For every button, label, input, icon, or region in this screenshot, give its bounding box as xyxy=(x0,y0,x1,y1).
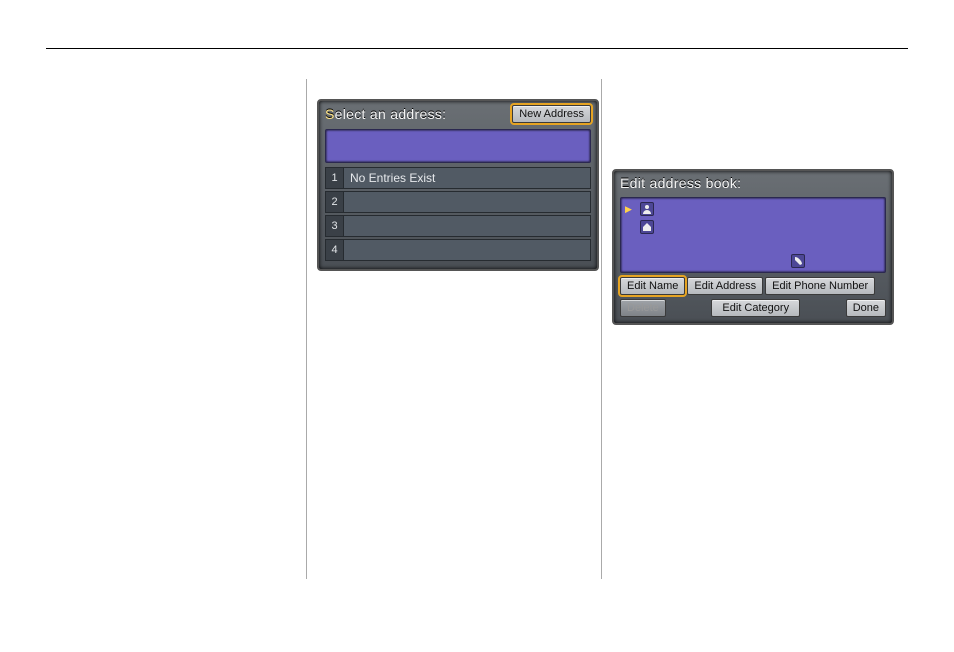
list-item[interactable]: 4 xyxy=(325,239,591,261)
home-icon xyxy=(640,220,654,234)
top-rule xyxy=(46,48,908,49)
address-selection-field[interactable] xyxy=(325,129,591,163)
row-text xyxy=(343,215,591,237)
row-number: 4 xyxy=(325,239,343,261)
row-number: 1 xyxy=(325,167,343,189)
edit-name-button[interactable]: Edit Name xyxy=(620,277,685,295)
delete-button: Delete xyxy=(620,299,666,317)
columns: Select an address: New Address 1 No Entr… xyxy=(46,79,908,579)
column-right: Edit address book: ▶ Edit Nam xyxy=(602,79,898,579)
row-number: 3 xyxy=(325,215,343,237)
new-address-button[interactable]: New Address xyxy=(512,105,591,123)
edit-category-button[interactable]: Edit Category xyxy=(711,299,800,317)
row-text: No Entries Exist xyxy=(343,167,591,189)
select-address-title: Select an address: xyxy=(325,106,446,122)
cursor-marker-icon: ▶ xyxy=(625,204,632,215)
row-text xyxy=(343,239,591,261)
edit-address-button[interactable]: Edit Address xyxy=(687,277,763,295)
select-address-device: Select an address: New Address 1 No Entr… xyxy=(317,99,599,271)
edit-address-fields: ▶ xyxy=(620,197,886,273)
column-left xyxy=(46,79,306,579)
edit-phone-number-button[interactable]: Edit Phone Number xyxy=(765,277,875,295)
list-item[interactable]: 1 No Entries Exist xyxy=(325,167,591,189)
list-item[interactable]: 2 xyxy=(325,191,591,213)
person-icon xyxy=(640,202,654,216)
row-number: 2 xyxy=(325,191,343,213)
done-button[interactable]: Done xyxy=(846,299,886,317)
row-text xyxy=(343,191,591,213)
edit-address-book-device: Edit address book: ▶ Edit Nam xyxy=(612,169,894,325)
phone-icon xyxy=(791,254,805,268)
address-list: 1 No Entries Exist 2 3 4 xyxy=(325,167,591,261)
list-item[interactable]: 3 xyxy=(325,215,591,237)
column-middle: Select an address: New Address 1 No Entr… xyxy=(306,79,602,579)
edit-address-book-title: Edit address book: xyxy=(620,175,741,191)
